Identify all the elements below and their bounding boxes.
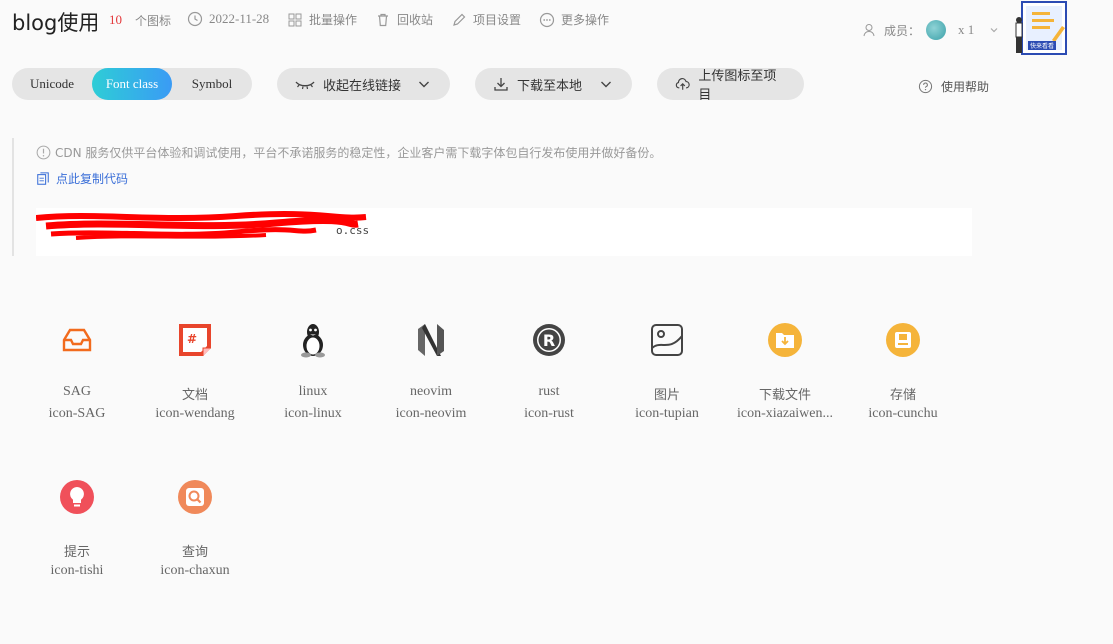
- download-folder-icon: [768, 323, 802, 357]
- user-icon: [863, 24, 875, 37]
- members-count: x 1: [958, 22, 975, 37]
- icon-name: 图片: [653, 388, 680, 403]
- icon-card-neovim[interactable]: neovim icon-neovim: [372, 316, 490, 446]
- clock-icon: [187, 11, 203, 27]
- more-button[interactable]: 更多操作: [539, 11, 609, 28]
- icon-name: rust: [538, 384, 560, 399]
- batch-button[interactable]: 批量操作: [287, 11, 357, 28]
- icon-class[interactable]: icon-tupian: [608, 406, 726, 422]
- penguin-icon: [301, 324, 325, 358]
- project-header: blog使用 10 个图标 2022-11-28 批量操作 回收站 项目设置 更…: [0, 0, 1113, 56]
- icon-class[interactable]: icon-tishi: [18, 563, 136, 579]
- settings-button[interactable]: 项目设置: [451, 11, 521, 28]
- image-icon: [651, 324, 683, 356]
- toolbar: Unicode Font class Symbol 收起在线链接 下载至本地 上…: [0, 68, 1113, 103]
- copy-code-link[interactable]: 点此复制代码: [36, 170, 128, 187]
- trash-icon: [378, 13, 388, 26]
- more-icon: [539, 12, 555, 27]
- copy-icon: [37, 171, 49, 185]
- pencil-icon: [453, 13, 466, 26]
- icon-card-wendang[interactable]: # 文档 icon-wendang: [136, 316, 254, 446]
- question-icon: [918, 79, 933, 94]
- copy-code-label: 点此复制代码: [56, 172, 129, 186]
- chevron-down-icon: [990, 28, 998, 33]
- download-button[interactable]: 下载至本地: [475, 68, 632, 100]
- cdn-link-panel: CDN 服务仅供平台体验和调试使用，平台不承诺服务的稳定性，企业客户需下载字体包…: [12, 138, 972, 256]
- icon-class[interactable]: icon-neovim: [372, 406, 490, 422]
- settings-label: 项目设置: [473, 13, 522, 27]
- icon-class[interactable]: icon-SAG: [18, 406, 136, 422]
- icon-card-chaxun[interactable]: 查询 icon-chaxun: [136, 473, 254, 603]
- members-dropdown[interactable]: 成员： x 1: [862, 20, 1000, 40]
- icon-card-linux[interactable]: linux icon-linux: [254, 316, 372, 446]
- icon-class[interactable]: icon-xiazaiwen...: [726, 406, 844, 422]
- chevron-down-icon: [601, 81, 611, 88]
- promo-badge-text: 快来看看: [1030, 42, 1054, 50]
- icon-count: 10: [109, 12, 122, 27]
- more-label: 更多操作: [561, 13, 610, 27]
- storage-icon: [886, 323, 920, 357]
- document-icon: #: [179, 324, 211, 356]
- help-link[interactable]: 使用帮助: [918, 78, 989, 95]
- icon-class[interactable]: icon-linux: [254, 406, 372, 422]
- upload-label: 上传图标至项目: [698, 69, 777, 103]
- project-title: blog使用: [12, 11, 100, 35]
- grid-icon: [288, 13, 302, 26]
- icon-name: SAG: [62, 384, 91, 399]
- icon-name: 查询: [181, 545, 208, 560]
- recycle-button[interactable]: 回收站: [375, 11, 433, 28]
- members-label: 成员：: [884, 23, 921, 38]
- icon-card-xiazaiwenjian[interactable]: 下载文件 icon-xiazaiwen...: [726, 316, 844, 446]
- icon-name: linux: [298, 384, 328, 399]
- promo-banner[interactable]: 快来看看: [1010, 0, 1070, 56]
- icon-class[interactable]: icon-chaxun: [136, 563, 254, 579]
- neovim-icon: [418, 324, 444, 356]
- tab-symbol[interactable]: Symbol: [172, 68, 252, 100]
- promo-illustration-icon: 快来看看: [1015, 1, 1067, 55]
- date-text: 2022-11-28: [209, 11, 270, 26]
- bulb-icon: [60, 480, 94, 514]
- icon-class[interactable]: icon-wendang: [136, 406, 254, 422]
- icon-name: neovim: [410, 384, 452, 399]
- svg-text:#: #: [187, 332, 197, 346]
- icon-name: 提示: [63, 545, 90, 560]
- upload-button[interactable]: 上传图标至项目: [657, 68, 804, 103]
- icon-count-label: 个图标: [135, 14, 172, 28]
- cdn-notice: CDN 服务仅供平台体验和调试使用，平台不承诺服务的稳定性，企业客户需下载字体包…: [36, 144, 661, 161]
- icon-card-rust[interactable]: R rust icon-rust: [490, 316, 608, 446]
- css-link-suffix: o.css: [336, 224, 370, 237]
- chevron-down-icon: [419, 81, 429, 88]
- icon-card-tishi[interactable]: 提示 icon-tishi: [18, 473, 136, 603]
- css-link-code[interactable]: o.css: [36, 208, 972, 256]
- created-date: 2022-11-28: [187, 11, 269, 27]
- batch-label: 批量操作: [309, 13, 358, 27]
- redaction-scribble-icon: [36, 211, 367, 240]
- icon-class[interactable]: icon-rust: [490, 406, 608, 422]
- cloud-upload-icon: [675, 78, 690, 90]
- search-icon: [178, 480, 212, 514]
- collapse-label: 收起在线链接: [323, 78, 402, 94]
- eye-closed-icon: [295, 81, 315, 90]
- recycle-label: 回收站: [397, 13, 434, 27]
- info-icon: [36, 145, 51, 160]
- download-icon: [494, 78, 508, 91]
- svg-text:R: R: [543, 331, 555, 350]
- tab-unicode[interactable]: Unicode: [12, 68, 92, 100]
- tab-font-class[interactable]: Font class: [92, 68, 172, 100]
- cdn-notice-text: CDN 服务仅供平台体验和调试使用，平台不承诺服务的稳定性，企业客户需下载字体包…: [55, 146, 662, 160]
- collapse-link-button[interactable]: 收起在线链接: [277, 68, 450, 100]
- icon-card-tupian[interactable]: 图片 icon-tupian: [608, 316, 726, 446]
- icon-card-cunchu[interactable]: 存储 icon-cunchu: [844, 316, 962, 446]
- icon-name: 存储: [889, 388, 916, 403]
- help-label: 使用帮助: [941, 80, 990, 94]
- icon-class[interactable]: icon-cunchu: [844, 406, 962, 422]
- tray-icon: [62, 328, 92, 352]
- code-type-switch: Unicode Font class Symbol: [12, 68, 252, 100]
- rust-gear-icon: R: [533, 324, 565, 356]
- icon-name: 文档: [181, 388, 208, 403]
- icon-card-sag[interactable]: SAG icon-SAG: [18, 316, 136, 446]
- icon-name: 下载文件: [758, 388, 811, 403]
- download-label: 下载至本地: [517, 78, 583, 94]
- avatar: [926, 20, 947, 40]
